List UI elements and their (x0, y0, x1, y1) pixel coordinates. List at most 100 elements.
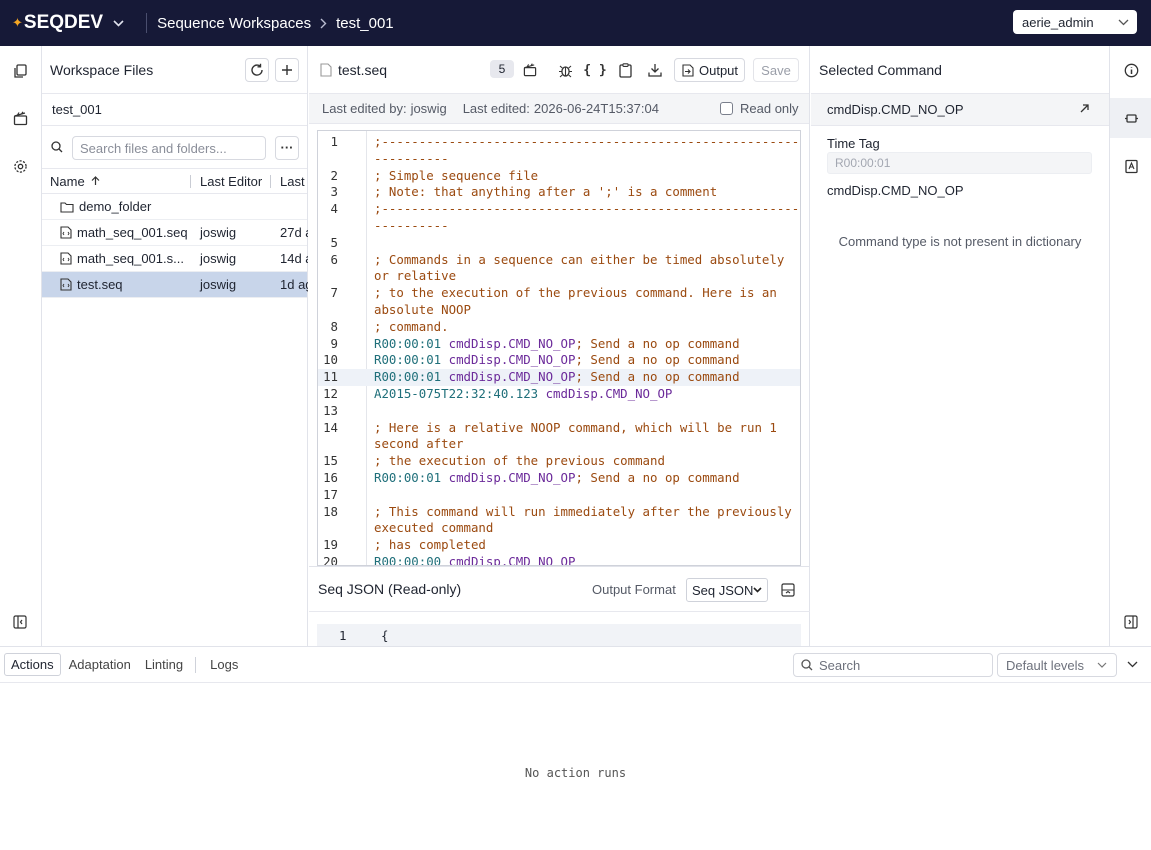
code-text: ; Commands in a sequence can either be t… (374, 252, 784, 267)
add-file-button[interactable] (275, 58, 299, 82)
code-token: ;---------------------------------------… (374, 134, 801, 149)
code-line[interactable]: second after (318, 436, 800, 453)
code-line[interactable]: 1 ;--------------------------------------… (318, 134, 801, 151)
ellipsis-icon: ··· (280, 140, 294, 155)
code-token: cmdDisp.CMD_NO_OP (448, 335, 576, 351)
chevron-down-icon (753, 587, 762, 593)
file-row[interactable]: test.seq joswig 1d ag (42, 272, 308, 298)
files-icon[interactable] (11, 62, 29, 80)
code-token: ; Send a no op command (575, 335, 740, 351)
column-last[interactable]: Last (280, 174, 308, 189)
time-tag-label: Time Tag (827, 136, 880, 151)
code-token: cmdDisp.CMD_NO_OP (545, 386, 673, 401)
gear-icon[interactable] (11, 157, 29, 175)
code-line[interactable]: 12 A2015-075T22:32:40.123 cmdDisp.CMD_NO_… (318, 386, 800, 403)
save-button[interactable]: Save (753, 58, 799, 82)
line-number: 2 (330, 167, 338, 183)
file-search-input[interactable]: Search files and folders... (72, 136, 266, 160)
collapse-left-icon[interactable] (11, 613, 29, 631)
code-line[interactable]: absolute NOOP (318, 302, 800, 319)
code-line[interactable]: 4 ;--------------------------------------… (318, 201, 800, 218)
code-line[interactable]: 13 (318, 403, 800, 420)
file-editor: joswig (200, 277, 237, 292)
line-number: 11 (323, 369, 338, 385)
format-button[interactable]: { } (583, 58, 607, 82)
code-line[interactable]: or relative (318, 268, 800, 285)
code-file-icon (60, 252, 72, 265)
external-link-icon[interactable] (1079, 103, 1090, 114)
code-editor[interactable]: 1 ;--------------------------------------… (317, 130, 801, 566)
code-line[interactable]: 20 R00:00:00 cmdDisp.CMD_NO_OP (318, 554, 800, 565)
code-line[interactable]: ---------- (318, 218, 800, 235)
code-line[interactable]: 6 ; Commands in a sequence can either be … (318, 252, 800, 269)
output-format-value: Seq JSON (692, 582, 754, 598)
code-line[interactable]: ---------- (318, 150, 800, 168)
code-line[interactable]: 2 ; Simple sequence file (318, 167, 800, 185)
log-level-select[interactable]: Default levels (997, 653, 1117, 677)
code-token: cmdDisp.CMD_NO_OP (448, 352, 576, 368)
code-line[interactable]: 10 R00:00:01 cmdDisp.CMD_NO_OP; Send a no… (318, 352, 800, 369)
user-select[interactable]: aerie_admin (1013, 10, 1137, 34)
clapperboard-icon[interactable] (11, 109, 29, 127)
code-line[interactable]: 11 R00:00:01 cmdDisp.CMD_NO_OP; Send a no… (318, 369, 800, 386)
output-format-select[interactable]: Seq JSON (686, 578, 768, 602)
column-name[interactable]: Name (50, 174, 100, 189)
folder-row[interactable]: demo_folder (42, 194, 307, 220)
file-row[interactable]: math_seq_001.s... joswig 14d a (42, 246, 308, 272)
tab-adaptation[interactable]: Adaptation (63, 654, 137, 675)
code-token: ; This command will run immediately afte… (374, 503, 792, 519)
problem-count-badge[interactable]: 5 (490, 60, 514, 78)
code-text: ; Simple sequence file (374, 168, 538, 183)
collapse-panel-button[interactable] (776, 578, 800, 602)
code-line[interactable]: executed command (318, 520, 800, 537)
tab-actions[interactable]: Actions (4, 653, 61, 676)
sequence-editor: test.seq 5 { } Output Save Last edited b… (309, 46, 810, 646)
code-line[interactable]: 18 ; This command will run immediately af… (318, 503, 800, 521)
debug-button[interactable] (553, 58, 577, 82)
code-line[interactable]: 16 R00:00:01 cmdDisp.CMD_NO_OP; Send a no… (318, 470, 800, 487)
output-button[interactable]: Output (674, 58, 745, 82)
dictionary-icon[interactable] (1122, 157, 1140, 175)
code-line[interactable]: 8 ; command. (318, 319, 800, 336)
refresh-button[interactable] (245, 58, 269, 82)
code-line[interactable]: 19 ; has completed (318, 537, 800, 554)
collapse-right-icon[interactable] (1122, 613, 1140, 631)
json-viewer[interactable]: 1 { (317, 624, 801, 646)
braces-icon: { } (583, 62, 607, 78)
user-name: aerie_admin (1022, 14, 1094, 30)
column-last-editor[interactable]: Last Editor (200, 174, 262, 189)
breadcrumb-current[interactable]: test_001 (336, 15, 394, 32)
code-line[interactable]: 7 ; to the execution of the previous comm… (318, 285, 800, 302)
download-button[interactable] (643, 58, 667, 82)
code-line[interactable]: 15 ; the execution of the previous comman… (318, 453, 800, 470)
command-editor-icon[interactable] (1122, 109, 1140, 127)
log-search-input[interactable]: Search (793, 653, 993, 677)
code-line[interactable]: 9 R00:00:01 cmdDisp.CMD_NO_OP; Send a no … (318, 335, 800, 353)
copy-button[interactable] (613, 58, 637, 82)
clapperboard-button[interactable] (518, 58, 542, 82)
selected-command-row: cmdDisp.CMD_NO_OP (811, 94, 1109, 126)
chevron-down-icon[interactable] (113, 19, 124, 27)
column-resizer[interactable] (270, 175, 271, 188)
chevron-down-icon[interactable] (1127, 661, 1138, 668)
more-options-button[interactable]: ··· (275, 136, 299, 160)
code-text: ; Here is a relative NOOP command, which… (374, 420, 777, 435)
tab-linting[interactable]: Linting (139, 654, 189, 675)
code-line[interactable]: 5 (318, 235, 800, 252)
column-resizer[interactable] (190, 175, 191, 188)
clapperboard-icon (523, 63, 537, 77)
code-text: ; has completed (374, 537, 486, 552)
line-number: 10 (323, 352, 338, 368)
time-tag-input[interactable]: R00:00:01 (827, 152, 1092, 174)
code-line[interactable]: 14 ; Here is a relative NOOP command, whi… (318, 420, 800, 437)
file-row[interactable]: math_seq_001.seq joswig 27d a (42, 220, 308, 246)
breadcrumb-workspaces[interactable]: Sequence Workspaces (157, 15, 311, 32)
app-logo[interactable]: ✦ SEQDEV (12, 12, 103, 34)
read-only-checkbox[interactable] (720, 102, 733, 115)
info-icon[interactable] (1122, 61, 1140, 79)
code-line[interactable]: 17 (318, 487, 800, 504)
empty-state-message: No action runs (524, 766, 627, 780)
tab-logs[interactable]: Logs (204, 654, 244, 675)
code-token: ---------- (374, 150, 449, 166)
code-line[interactable]: 3 ; Note: that anything after a ';' is a … (318, 184, 800, 201)
